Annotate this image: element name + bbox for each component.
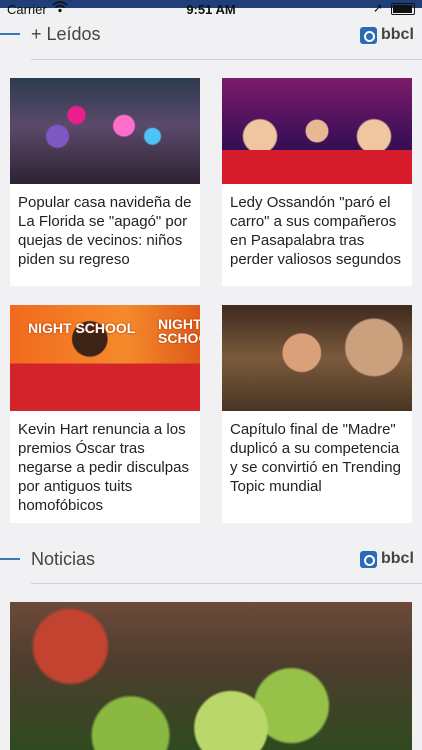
news-card-kevin-hart[interactable]: NIGHT SCHOOL NIGHT SCHOOL Kevin Hart ren… xyxy=(10,305,200,523)
bbcl-logo-icon xyxy=(360,550,377,568)
section-header-noticias: Noticias bbcl xyxy=(0,540,422,590)
news-headline: Ledy Ossandón "paró el carro" a sus comp… xyxy=(230,194,401,268)
section-title: + Leídos xyxy=(31,24,101,44)
bbcl-logo-icon xyxy=(360,26,377,44)
bbcl-logo-text: bbcl xyxy=(381,26,414,43)
bbcl-logo-text: bbcl xyxy=(381,550,414,567)
bbcl-logo: bbcl xyxy=(360,26,414,44)
section-divider xyxy=(31,583,422,584)
clock: 9:51 AM xyxy=(186,2,236,17)
battery-icon xyxy=(391,3,415,15)
section-dash xyxy=(0,558,20,560)
news-card-pasapalabra[interactable]: Ledy Ossandón "paró el carro" a sus comp… xyxy=(222,78,412,286)
news-card-casa-navidena[interactable]: Popular casa navideña de La Florida se "… xyxy=(10,78,200,286)
section-header-leidos: + Leídos bbcl xyxy=(0,18,422,68)
bbcl-logo: bbcl xyxy=(360,550,414,568)
section-title: Noticias xyxy=(31,549,96,569)
news-thumbnail xyxy=(222,305,412,411)
news-thumbnail: NIGHT SCHOOL NIGHT SCHOOL xyxy=(10,305,200,411)
thumbnail-text: NIGHT SCHOOL xyxy=(158,316,200,346)
status-bar: Carrier 9:51 AM ➚ xyxy=(0,0,422,18)
section-divider xyxy=(31,59,422,60)
thumbnail-text: NIGHT SCHOOL xyxy=(28,320,136,336)
news-headline: Capítulo final de "Madre" duplicó a su c… xyxy=(230,421,401,495)
news-thumbnail xyxy=(222,78,412,184)
news-card-featured[interactable] xyxy=(10,602,412,750)
news-headline: Kevin Hart renuncia a los premios Óscar … xyxy=(18,421,189,514)
section-dash xyxy=(0,33,20,35)
news-thumbnail xyxy=(10,78,200,184)
news-headline: Popular casa navideña de La Florida se "… xyxy=(18,194,192,268)
news-thumbnail xyxy=(10,602,412,750)
location-arrow-icon: ➚ xyxy=(373,1,384,15)
news-card-madre[interactable]: Capítulo final de "Madre" duplicó a su c… xyxy=(222,305,412,523)
